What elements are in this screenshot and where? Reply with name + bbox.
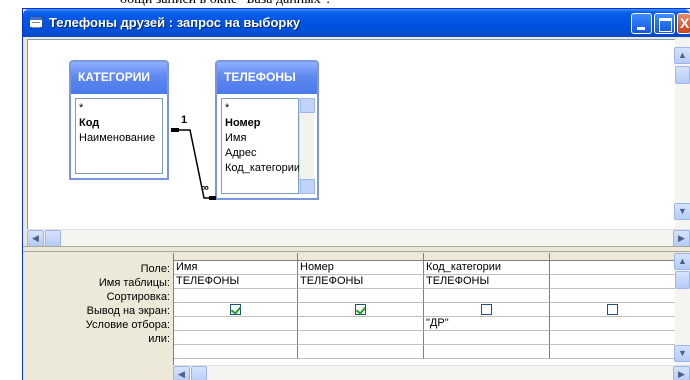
arrow-up-icon[interactable]: ▲ bbox=[674, 47, 690, 64]
row-label-show: Вывод на экран: bbox=[86, 305, 170, 317]
relationship-one-label: 1 bbox=[181, 114, 188, 126]
grid-cell-or[interactable] bbox=[550, 331, 676, 345]
row-label-sort: Сортировка: bbox=[106, 291, 170, 303]
scroll-thumb[interactable] bbox=[675, 271, 690, 289]
relationship-many-label: ∞ bbox=[201, 182, 209, 194]
window-title: Телефоны друзей : запрос на выборку bbox=[49, 15, 301, 30]
show-checkbox[interactable] bbox=[481, 304, 492, 315]
column-selector[interactable] bbox=[550, 253, 676, 261]
grid-cell-empty[interactable] bbox=[424, 345, 550, 359]
grid-cell-sort[interactable] bbox=[550, 289, 676, 303]
query-window-icon[interactable] bbox=[29, 16, 43, 28]
show-checkbox[interactable] bbox=[355, 304, 366, 315]
close-button[interactable]: X bbox=[677, 13, 690, 34]
grid-cell-criteria[interactable] bbox=[298, 317, 424, 331]
title-bar[interactable]: Телефоны друзей : запрос на выборку X bbox=[23, 9, 690, 37]
grid-cell-empty[interactable] bbox=[174, 345, 298, 359]
relationship-line[interactable] bbox=[28, 40, 690, 245]
minimize-button[interactable] bbox=[631, 13, 652, 34]
maximize-button[interactable] bbox=[654, 13, 675, 34]
grid-cell-sort[interactable] bbox=[298, 289, 424, 303]
grid-cell-criteria[interactable] bbox=[550, 317, 676, 331]
diagram-horizontal-scrollbar[interactable]: ◀ ▶ bbox=[27, 229, 690, 247]
grid-cell-table[interactable]: ТЕЛЕФОНЫ bbox=[174, 275, 298, 289]
grid-cell-show[interactable] bbox=[550, 303, 676, 317]
scroll-thumb[interactable] bbox=[675, 66, 690, 84]
row-label-or: или: bbox=[148, 333, 170, 345]
arrow-right-icon[interactable]: ▶ bbox=[673, 366, 690, 380]
row-label-field: Поле: bbox=[140, 263, 170, 275]
grid-cell-field[interactable]: Номер bbox=[298, 261, 424, 275]
query-window: Телефоны друзей : запрос на выборку X КА… bbox=[22, 8, 690, 380]
arrow-left-icon[interactable]: ◀ bbox=[173, 366, 190, 380]
row-label-criteria: Условие отбора: bbox=[85, 319, 170, 331]
scroll-thumb[interactable] bbox=[191, 366, 207, 380]
grid-cell-sort[interactable] bbox=[174, 289, 298, 303]
grid-cell-empty[interactable] bbox=[550, 345, 676, 359]
page-caption-text: общи записи в окне "База данных". bbox=[120, 0, 330, 8]
grid-cell-show[interactable] bbox=[424, 303, 550, 317]
grid-cell-table[interactable]: ТЕЛЕФОНЫ bbox=[298, 275, 424, 289]
grid-cell-criteria[interactable]: "ДР" bbox=[424, 317, 550, 331]
grid-cell-sort[interactable] bbox=[424, 289, 550, 303]
grid-cell-table[interactable] bbox=[550, 275, 676, 289]
grid-cell-or[interactable] bbox=[174, 331, 298, 345]
grid-cell-field[interactable] bbox=[550, 261, 676, 275]
grid-horizontal-scrollbar[interactable]: ◀ ▶ bbox=[173, 365, 690, 380]
arrow-left-icon[interactable]: ◀ bbox=[27, 230, 44, 247]
show-checkbox[interactable] bbox=[230, 304, 241, 315]
column-selector[interactable] bbox=[298, 253, 424, 261]
arrow-right-icon[interactable]: ▶ bbox=[673, 230, 690, 247]
pane-splitter[interactable] bbox=[23, 246, 690, 252]
table-diagram-pane[interactable]: КАТЕГОРИИ * Код Наименование ТЕЛЕФОНЫ * … bbox=[27, 39, 690, 245]
grid-cell-or[interactable] bbox=[298, 331, 424, 345]
grid-cell-table[interactable]: ТЕЛЕФОНЫ bbox=[424, 275, 550, 289]
column-selector[interactable] bbox=[174, 253, 298, 261]
column-selector[interactable] bbox=[424, 253, 550, 261]
scroll-thumb[interactable] bbox=[45, 230, 61, 247]
arrow-down-icon[interactable]: ▼ bbox=[674, 345, 690, 362]
grid-cell-empty[interactable] bbox=[298, 345, 424, 359]
arrow-up-icon[interactable]: ▲ bbox=[674, 253, 690, 270]
arrow-down-icon[interactable]: ▼ bbox=[674, 203, 690, 220]
query-design-grid[interactable]: Имя ТЕЛЕФОНЫ Номер ТЕЛЕФОНЫ Код_категори… bbox=[173, 253, 690, 365]
grid-cell-show[interactable] bbox=[298, 303, 424, 317]
grid-cell-criteria[interactable] bbox=[174, 317, 298, 331]
row-label-table: Имя таблицы: bbox=[98, 277, 170, 289]
page-caption: общи записи в окне "База данных". bbox=[0, 0, 690, 8]
close-icon: X bbox=[680, 15, 690, 31]
grid-cell-field[interactable]: Код_категории bbox=[424, 261, 550, 275]
show-checkbox[interactable] bbox=[607, 304, 618, 315]
query-design-grid-pane: Поле: Имя таблицы: Сортировка: Вывод на … bbox=[27, 253, 690, 380]
grid-cell-show[interactable] bbox=[174, 303, 298, 317]
diagram-vertical-scrollbar[interactable]: ▲ ▼ bbox=[674, 39, 690, 229]
grid-cell-field[interactable]: Имя bbox=[174, 261, 298, 275]
grid-vertical-scrollbar[interactable]: ▲ ▼ bbox=[674, 253, 690, 365]
grid-cell-or[interactable] bbox=[424, 331, 550, 345]
